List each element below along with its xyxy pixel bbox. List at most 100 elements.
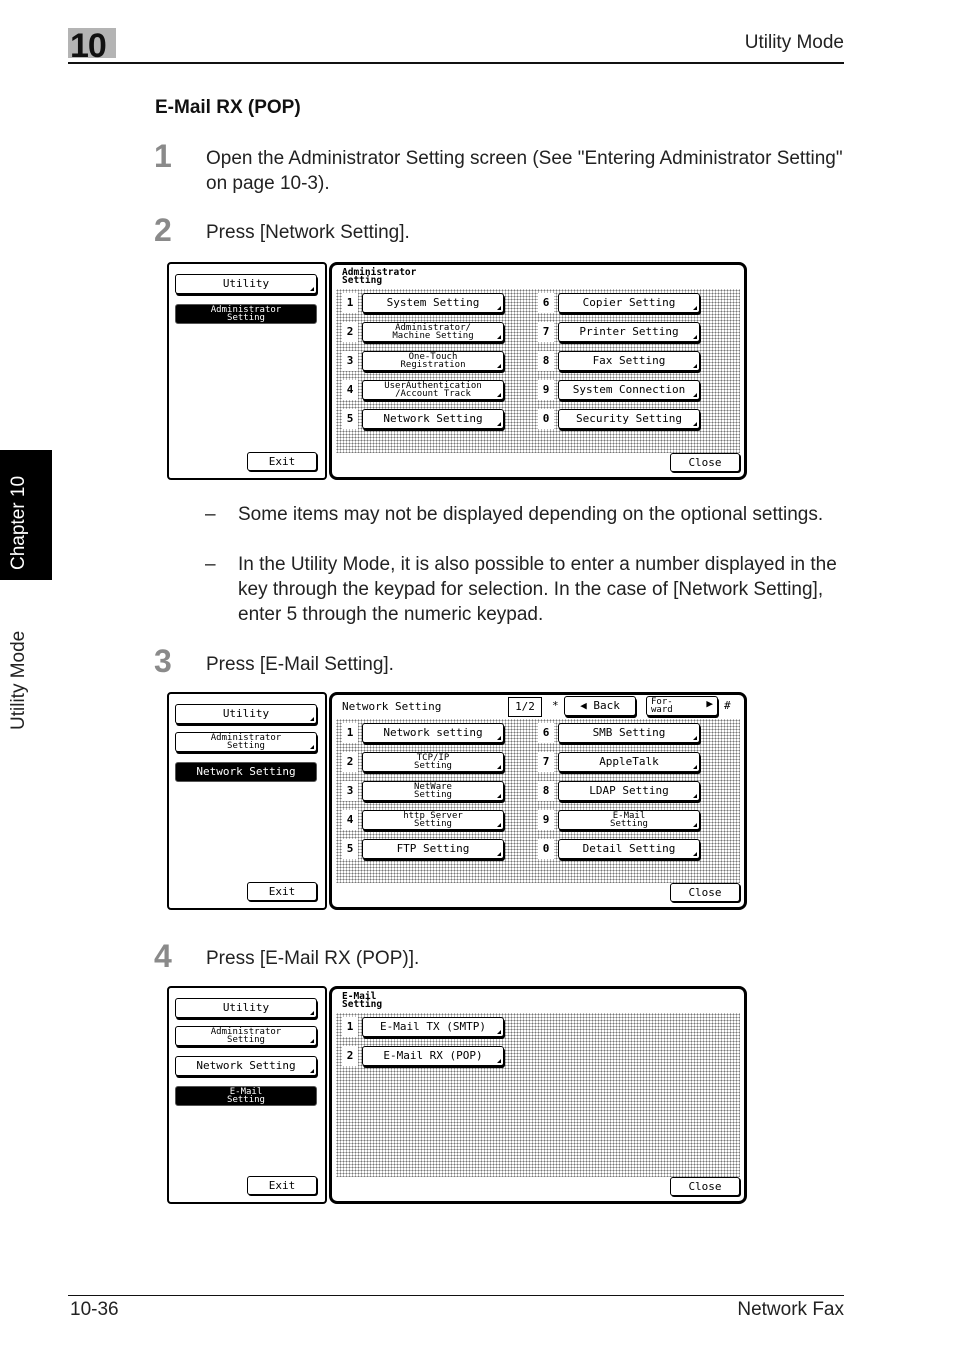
network-setting-button[interactable]: Network Setting xyxy=(175,1056,317,1076)
panel-title: E-Mail Setting xyxy=(342,991,383,1010)
menu-button[interactable]: SMB Setting xyxy=(558,723,700,743)
corner-indicator-icon xyxy=(693,765,697,769)
menu-button-label: Administrator/ Machine Setting xyxy=(392,323,474,341)
exit-button[interactable]: Exit xyxy=(247,882,317,901)
key-number: 5 xyxy=(342,409,358,429)
left-panel: Utility Administrator Setting Network Se… xyxy=(167,692,327,910)
chapter-number: 10 xyxy=(70,27,107,65)
corner-indicator-icon xyxy=(497,852,501,856)
menu-button[interactable]: Network Setting xyxy=(362,409,504,429)
step-text: Press [E-Mail RX (POP)]. xyxy=(206,948,420,969)
key-number: 3 xyxy=(342,351,358,371)
menu-button-label: LDAP Setting xyxy=(589,784,669,797)
step-text: Press [Network Setting]. xyxy=(206,222,410,243)
key-number: 6 xyxy=(538,723,554,743)
menu-button[interactable]: E-Mail RX (POP) xyxy=(362,1046,504,1066)
screen-network-setting: Utility Administrator Setting Network Se… xyxy=(167,692,747,910)
note-text: Some items may not be displayed dependin… xyxy=(238,504,824,525)
menu-button[interactable]: Printer Setting xyxy=(558,322,700,342)
right-panel: Administrator Setting 1 System Setting 2 Ad… xyxy=(329,262,747,480)
key-number: 1 xyxy=(342,293,358,313)
key-number: 4 xyxy=(342,380,358,400)
menu-button[interactable]: E-Mail Setting xyxy=(558,810,700,830)
menu-button[interactable]: TCP/IP Setting xyxy=(362,752,504,772)
close-button[interactable]: Close xyxy=(670,453,740,472)
menu-button[interactable]: Administrator/ Machine Setting xyxy=(362,322,504,342)
menu-button-label: Security Setting xyxy=(576,412,682,425)
corner-indicator-icon xyxy=(497,736,501,740)
key-number: 7 xyxy=(538,752,554,772)
corner-indicator-icon xyxy=(497,794,501,798)
menu-button-label: TCP/IP Setting xyxy=(414,753,452,771)
exit-button[interactable]: Exit xyxy=(247,1176,317,1195)
footer-rule xyxy=(68,1295,844,1296)
menu-button[interactable]: Detail Setting xyxy=(558,839,700,859)
back-button[interactable]: ◀ Back xyxy=(564,696,636,716)
menu-button[interactable]: Copier Setting xyxy=(558,293,700,313)
corner-indicator-icon xyxy=(693,736,697,740)
menu-button-label: Network Setting xyxy=(383,412,483,425)
utility-button[interactable]: Utility xyxy=(175,274,317,294)
menu-button-label: E-Mail RX (POP) xyxy=(383,1049,483,1062)
corner-indicator-icon xyxy=(497,335,501,339)
corner-indicator-icon xyxy=(693,335,697,339)
email-setting-breadcrumb[interactable]: E-Mail Setting xyxy=(175,1086,317,1106)
close-button[interactable]: Close xyxy=(670,883,740,902)
key-number: 1 xyxy=(342,1017,358,1037)
menu-button-label: E-Mail Setting xyxy=(610,811,648,829)
corner-indicator-icon xyxy=(497,765,501,769)
key-number: 0 xyxy=(538,839,554,859)
note-dash: – xyxy=(205,554,216,575)
menu-button-label: AppleTalk xyxy=(599,755,659,768)
exit-button[interactable]: Exit xyxy=(247,452,317,471)
administrator-setting-button[interactable]: Administrator Setting xyxy=(175,1026,317,1046)
panel-title: Network Setting xyxy=(342,700,442,713)
section-title: E-Mail RX (POP) xyxy=(155,97,301,118)
footer-title: Network Fax xyxy=(737,1299,844,1320)
menu-button-label: System Connection xyxy=(572,383,686,396)
menu-button[interactable]: UserAuthentication /Account Track xyxy=(362,380,504,400)
utility-button[interactable]: Utility xyxy=(175,704,317,724)
step-text: Open the Administrator Setting screen (S… xyxy=(206,148,843,194)
panel-title: Administrator Setting xyxy=(342,267,417,286)
note-item: – In the Utility Mode, it is also possib… xyxy=(205,552,845,627)
menu-button[interactable]: Security Setting xyxy=(558,409,700,429)
menu-button[interactable]: E-Mail TX (SMTP) xyxy=(362,1017,504,1037)
side-mode-label: Utility Mode xyxy=(8,630,29,730)
step-number: 2 xyxy=(154,212,172,248)
menu-button[interactable]: System Setting xyxy=(362,293,504,313)
header-title: Utility Mode xyxy=(744,32,844,53)
utility-button[interactable]: Utility xyxy=(175,998,317,1018)
close-button[interactable]: Close xyxy=(670,1177,740,1196)
network-setting-breadcrumb[interactable]: Network Setting xyxy=(175,762,317,782)
key-number: 4 xyxy=(342,810,358,830)
corner-indicator-icon xyxy=(693,306,697,310)
menu-button[interactable]: FTP Setting xyxy=(362,839,504,859)
menu-button-label: System Setting xyxy=(386,296,480,309)
page-indicator: 1/2 xyxy=(508,697,542,717)
header-rule xyxy=(68,62,844,64)
menu-button-label: FTP Setting xyxy=(396,842,470,855)
step-number: 4 xyxy=(154,938,172,974)
hash-key-label: # xyxy=(724,699,731,712)
corner-indicator-icon xyxy=(693,422,697,426)
menu-button[interactable]: NetWare Setting xyxy=(362,781,504,801)
menu-button[interactable]: LDAP Setting xyxy=(558,781,700,801)
administrator-setting-button[interactable]: Administrator Setting xyxy=(175,732,317,752)
menu-button[interactable]: System Connection xyxy=(558,380,700,400)
menu-button[interactable]: AppleTalk xyxy=(558,752,700,772)
right-panel: E-Mail Setting 1 E-Mail TX (SMTP) 2 E-Mail … xyxy=(329,986,747,1204)
menu-button-label: Printer Setting xyxy=(579,325,679,338)
menu-button-label: Copier Setting xyxy=(582,296,676,309)
note-dash: – xyxy=(205,504,216,525)
administrator-setting-breadcrumb[interactable]: Administrator Setting xyxy=(175,304,317,324)
menu-button[interactable]: http Server Setting xyxy=(362,810,504,830)
corner-indicator-icon xyxy=(497,306,501,310)
footer-page-number: 10-36 xyxy=(70,1299,119,1320)
menu-button[interactable]: Fax Setting xyxy=(558,351,700,371)
menu-button[interactable]: Network setting xyxy=(362,723,504,743)
menu-button-label: SMB Setting xyxy=(592,726,666,739)
forward-button[interactable]: For- ward ▶ xyxy=(646,696,718,716)
key-number: 9 xyxy=(538,380,554,400)
menu-button[interactable]: One-Touch Registration xyxy=(362,351,504,371)
